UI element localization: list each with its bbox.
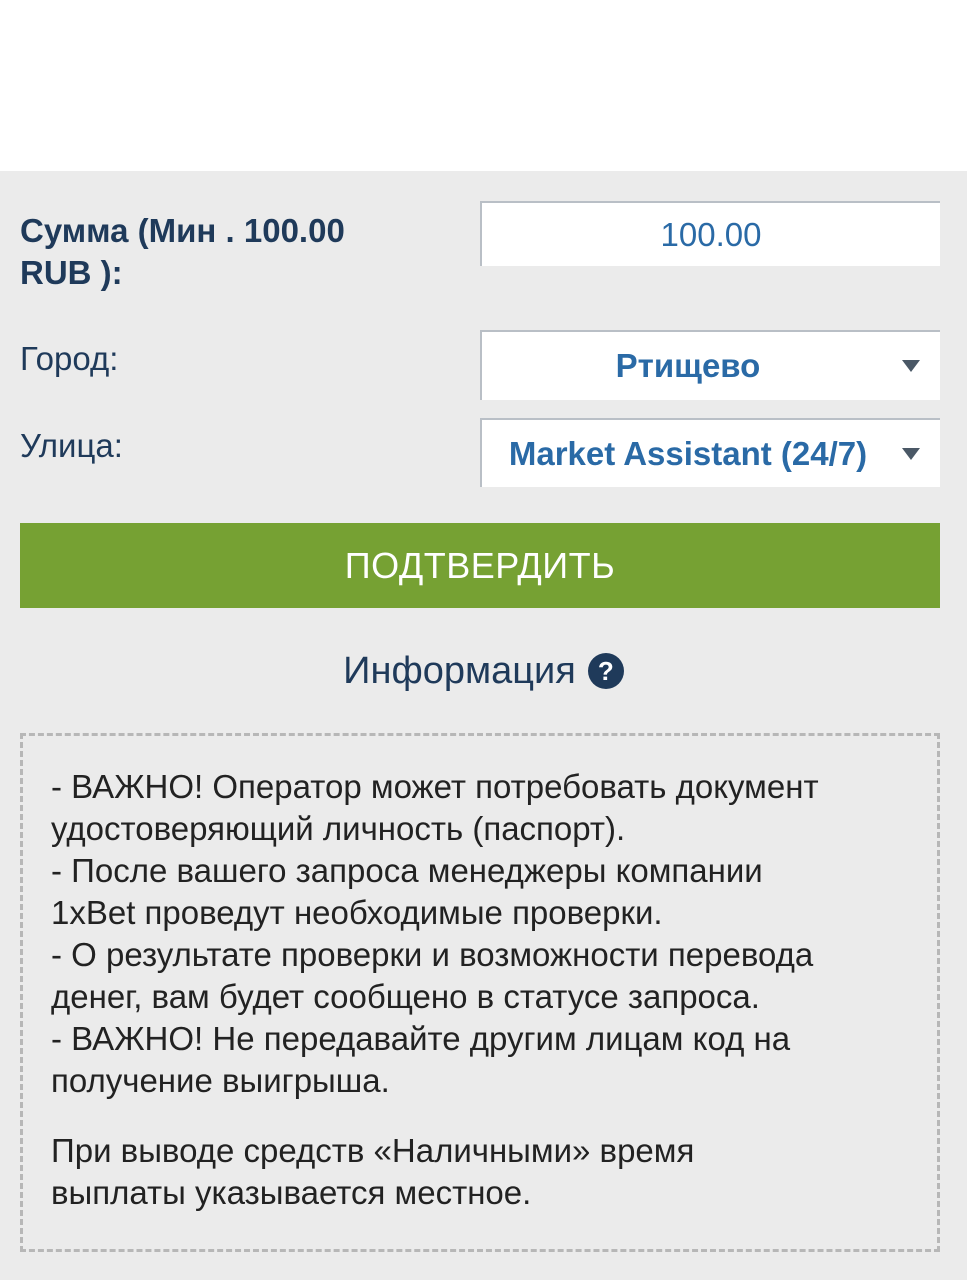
info-line: - После вашего запроса менеджеры компани… [51, 852, 763, 889]
info-line: денег, вам будет сообщено в статусе запр… [51, 978, 760, 1015]
top-blank-area [0, 0, 967, 171]
city-value: Ртищево [615, 347, 761, 384]
street-value: Market Assistant (24/7) [508, 434, 868, 472]
chevron-down-icon [902, 360, 920, 372]
street-select[interactable]: Market Assistant (24/7) [480, 418, 940, 487]
amount-label-line2: RUB ): [20, 254, 123, 291]
question-circle-icon[interactable]: ? [587, 653, 624, 689]
amount-label-line1: Сумма (Мин . 100.00 [20, 212, 345, 249]
info-line: получение выигрыша. [51, 1062, 390, 1099]
amount-value: 100.00 [660, 215, 762, 253]
info-line: 1xBet проведут необходимые проверки. [51, 894, 663, 931]
amount-label: Сумма (Мин . 100.00 RUB ): [20, 210, 345, 294]
chevron-down-icon [902, 447, 920, 460]
street-label: Улица: [20, 427, 123, 464]
info-box: - ВАЖНО! Оператор может потребовать доку… [20, 733, 940, 1252]
info-line: - ВАЖНО! Не передавайте другим лицам код… [51, 1020, 791, 1057]
info-heading-label: Информация [343, 649, 576, 692]
info-line: - О результате проверки и возможности пе… [51, 936, 814, 973]
confirm-button[interactable]: ПОДТВЕРДИТЬ [20, 523, 940, 608]
city-label: Город: [20, 340, 119, 377]
info-line: удостоверяющий личность (паспорт). [51, 810, 626, 847]
info-note-line: выплаты указывается местное. [51, 1174, 532, 1211]
amount-input[interactable]: 100.00 [480, 201, 940, 266]
info-note-line: При выводе средств «Наличными» время [51, 1132, 695, 1169]
info-line: - ВАЖНО! Оператор может потребовать доку… [51, 768, 819, 805]
info-heading[interactable]: Информация ? [0, 648, 967, 694]
city-select[interactable]: Ртищево [480, 330, 940, 400]
